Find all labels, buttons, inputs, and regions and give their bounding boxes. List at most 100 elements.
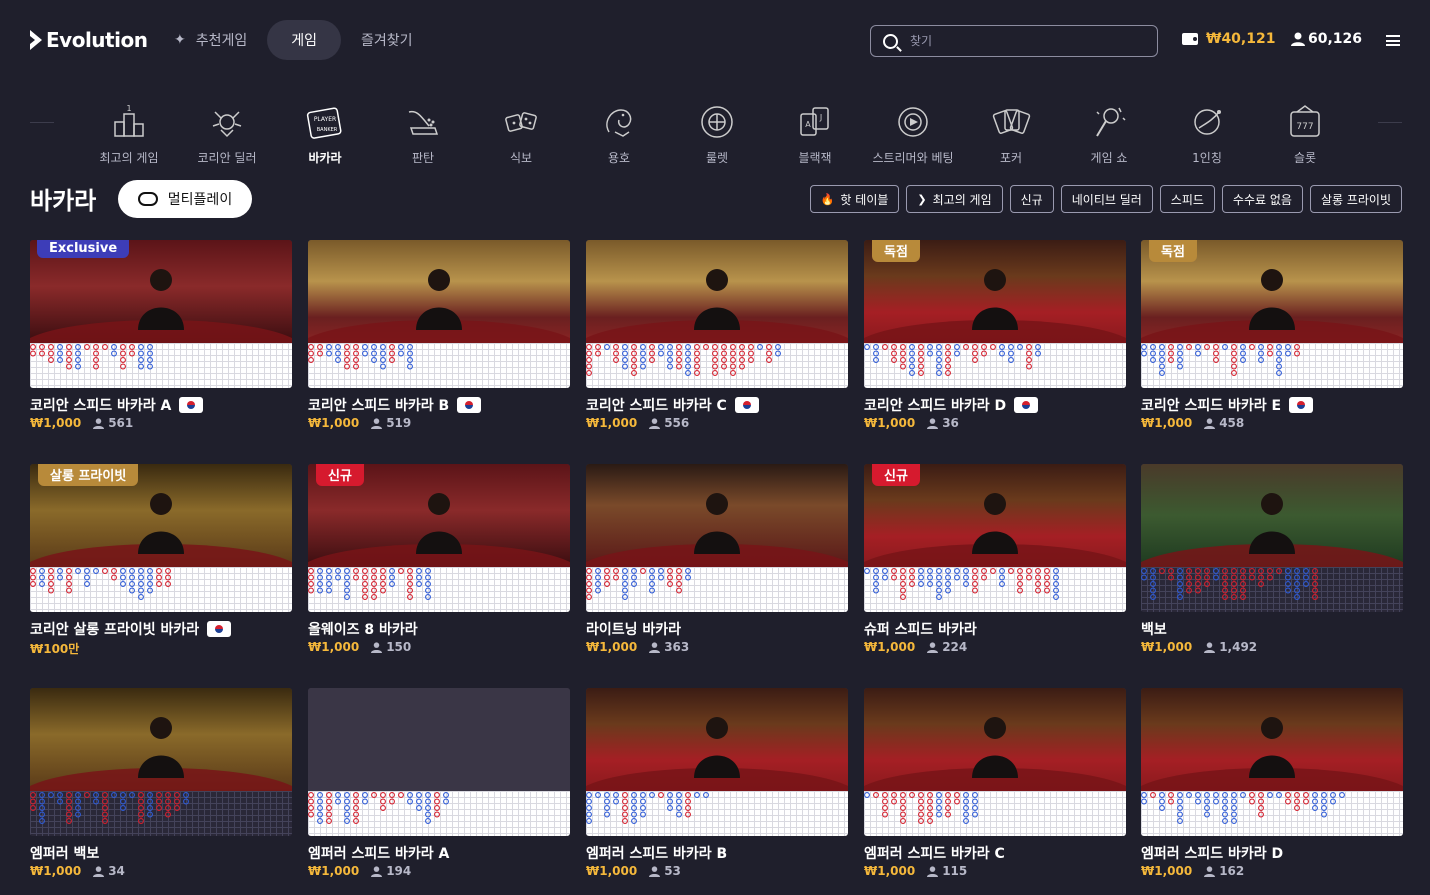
game-card[interactable]: 엠퍼러 백보 ₩1,000 34 [30,688,292,888]
hamburger-menu-icon[interactable] [1386,35,1400,46]
filter-button[interactable]: 🔥 핫 테이블 [809,185,900,213]
game-card[interactable]: 신규 올웨이즈 8 바카라 ₩1,000 150 [308,464,570,664]
korea-flag-icon [207,621,232,637]
category-dice[interactable]: 식보 [472,92,570,170]
game-meta: ₩1,000 561 [30,416,133,430]
game-thumbnail[interactable] [586,688,848,836]
game-card[interactable]: 엠퍼러 스피드 바카라 B ₩1,000 53 [586,688,848,888]
blackjack-icon: AJ [793,100,837,144]
game-card[interactable]: 독점 코리안 스피드 바카라 E ₩1,000 458 [1141,240,1403,440]
wallet-icon [1182,33,1198,45]
category-blackjack[interactable]: A J 블랙잭 [766,92,864,170]
game-thumbnail[interactable] [308,240,570,388]
filter-button[interactable]: ❯ 최고의 게임 [906,185,1003,213]
game-card[interactable]: 신규 슈퍼 스피드 바카라 ₩1,000 224 [864,464,1126,664]
game-thumbnail[interactable] [1141,688,1403,836]
user-icon [1204,641,1216,653]
game-card[interactable]: 엠퍼러 스피드 바카라 D ₩1,000 162 [1141,688,1403,888]
category-first-person[interactable]: 1인칭 [1158,92,1256,170]
category-baccarat[interactable]: PLAYER BANKER 바카라 [276,92,374,170]
nav-games[interactable]: 게임 [267,20,342,60]
game-thumbnail[interactable]: 신규 [864,464,1126,612]
game-card[interactable]: 엠퍼러 스피드 바카라 A ₩1,000 194 [308,688,570,888]
game-thumbnail[interactable]: 독점 [864,240,1126,388]
bead-road-scoreboard [864,567,1126,612]
category-slot[interactable]: 777 슬롯 [1256,92,1354,170]
game-thumbnail[interactable] [586,464,848,612]
game-card[interactable]: 코리안 스피드 바카라 B ₩1,000 519 [308,240,570,440]
game-thumbnail[interactable]: Exclusive [30,240,292,388]
player-count: 224 [927,640,967,654]
evolution-logo[interactable]: Evolution [30,28,148,52]
dragon-tiger-icon [597,100,641,144]
game-card[interactable]: 라이트닝 바카라 ₩1,000 363 [586,464,848,664]
live-table-video [586,688,848,791]
game-card[interactable]: 살롱 프라이빗 코리안 살롱 프라이빗 바카라 ₩100만 [30,464,292,664]
game-card[interactable]: 백보 ₩1,000 1,492 [1141,464,1403,664]
category-game-show[interactable]: 게임 쇼 [1060,92,1158,170]
category-podium[interactable]: 1 최고의 게임 [80,92,178,170]
search-box[interactable] [870,25,1158,57]
min-bet: ₩1,000 [30,416,82,430]
players-count: 60,126 [1308,31,1363,47]
svg-text:A: A [805,120,811,129]
filter-button[interactable]: 네이티브 딜러 [1060,185,1153,213]
game-thumbnail[interactable]: 살롱 프라이빗 [30,464,292,612]
multiplay-button[interactable]: 멀티플레이 [118,180,252,218]
player-count-value: 561 [108,416,134,430]
game-card[interactable]: Exclusive 코리안 스피드 바카라 A ₩1,000 561 [30,240,292,440]
balance-display[interactable]: ₩40,121 [1182,31,1275,47]
multiplay-icon [137,192,158,206]
filter-button[interactable]: 수수료 없음 [1221,185,1303,213]
game-thumbnail[interactable] [864,688,1126,836]
svg-text:777: 777 [1296,122,1313,132]
category-poker[interactable]: 포커 [962,92,1060,170]
filter-button[interactable]: 스피드 [1159,185,1215,213]
korea-flag-icon [457,397,482,413]
svg-text:PLAYER: PLAYER [314,116,336,123]
game-card[interactable]: 엠퍼러 스피드 바카라 C ₩1,000 115 [864,688,1126,888]
category-fan-tan[interactable]: 판탄 [374,92,472,170]
game-title-text: 엠퍼러 스피드 바카라 D [1141,846,1284,862]
player-count-value: 194 [386,864,412,878]
min-bet: ₩1,000 [30,864,82,878]
user-icon [649,865,661,877]
filter-button[interactable]: 신규 [1009,185,1054,213]
game-thumbnail[interactable] [30,688,292,836]
game-thumbnail[interactable]: 독점 [1141,240,1403,388]
nav-favorites[interactable]: 즐겨찾기 [347,20,427,60]
player-count: 458 [1204,416,1244,430]
category-label: 룰렛 [705,151,729,165]
min-bet: ₩1,000 [586,864,638,878]
category-roulette[interactable]: 룰렛 [668,92,766,170]
category-label: 식보 [509,151,533,165]
bead-road-scoreboard [30,567,292,612]
bead-road-scoreboard [1141,567,1403,612]
player-count-value: 150 [386,640,412,654]
game-thumbnail[interactable]: 신규 [308,464,570,612]
game-card[interactable]: 코리안 스피드 바카라 C ₩1,000 556 [586,240,848,440]
nav-recommended[interactable]: ✦ 추천게임 [160,20,261,60]
category-streamer[interactable]: 스트리머와 베팅 [864,92,962,170]
game-title-text: 슈퍼 스피드 바카라 [864,622,977,638]
game-thumbnail[interactable] [586,240,848,388]
korea-flag-icon [734,397,759,413]
player-count-value: 1,492 [1219,640,1258,654]
game-thumbnail[interactable] [1141,464,1403,612]
game-card[interactable]: 독점 코리안 스피드 바카라 D ₩1,000 36 [864,240,1126,440]
category-korean-dealer[interactable]: 코리안 딜러 [178,92,276,170]
game-title-text: 엠퍼러 스피드 바카라 A [308,846,450,862]
search-input[interactable] [910,34,1130,48]
category-dragon-tiger[interactable]: 용호 [570,92,668,170]
evolution-logo-icon [30,30,42,50]
bead-road-scoreboard [1141,343,1403,388]
game-badge: Exclusive [37,240,130,258]
filter-button[interactable]: 살롱 프라이빗 [1309,185,1402,213]
filter-label: 수수료 없음 [1232,192,1292,207]
game-title: 엠퍼러 스피드 바카라 B [586,843,727,863]
bead-road-scoreboard [30,343,292,388]
game-thumbnail[interactable] [308,688,570,836]
category-label: 용호 [607,151,631,165]
game-title-text: 백보 [1141,622,1167,638]
game-meta: ₩1,000 34 [30,864,125,878]
